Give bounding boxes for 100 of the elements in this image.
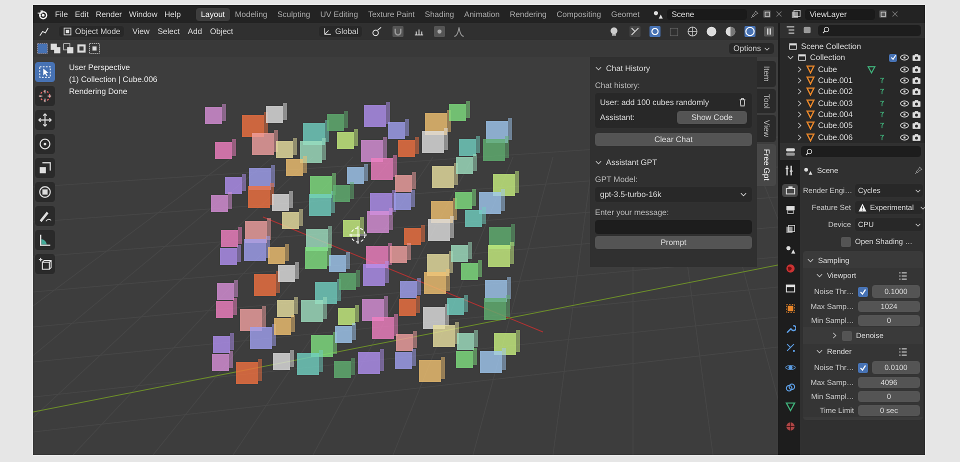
tool-button[interactable]: [35, 110, 55, 130]
pin-icon[interactable]: [914, 166, 923, 175]
model-dropdown[interactable]: gpt-3.5-turbo-16k: [595, 187, 752, 202]
blender-logo-icon[interactable]: [37, 8, 48, 20]
chevron-down-icon[interactable]: [807, 257, 814, 264]
outliner-item[interactable]: Cube.006: [818, 132, 864, 142]
outliner-item[interactable]: Cube: [818, 64, 864, 74]
tool-button[interactable]: [35, 62, 55, 82]
magnet-icon[interactable]: [392, 26, 404, 37]
outliner-item[interactable]: Cube.001: [818, 76, 864, 86]
camera-icon[interactable]: [912, 110, 921, 120]
workspace-tab[interactable]: Geomet: [606, 8, 645, 20]
workspace-tab[interactable]: Compositing: [552, 8, 606, 20]
outliner-item[interactable]: Cube.005: [818, 121, 864, 130]
menu-item[interactable]: Render: [96, 10, 122, 18]
eye-icon[interactable]: [900, 53, 909, 62]
camera-icon[interactable]: [912, 132, 921, 142]
checkbox[interactable]: [842, 330, 852, 340]
outliner-item[interactable]: Cube.002: [818, 87, 864, 96]
select-subtract-icon[interactable]: [63, 43, 74, 54]
collection-checkbox[interactable]: [889, 54, 897, 62]
eye-icon[interactable]: [900, 98, 909, 108]
checkbox[interactable]: [858, 362, 868, 372]
scene-icon[interactable]: [652, 8, 664, 20]
workspace-tab[interactable]: Rendering: [504, 8, 552, 20]
menu-item[interactable]: View: [132, 27, 150, 36]
list-icon[interactable]: [898, 270, 908, 280]
eye-icon[interactable]: [900, 64, 909, 74]
menu-item[interactable]: Select: [158, 27, 180, 36]
menu-item[interactable]: Add: [188, 27, 202, 36]
list-icon[interactable]: [784, 25, 797, 36]
chevron-right-icon[interactable]: [796, 88, 803, 96]
sidebar-tab[interactable]: Tool: [757, 88, 776, 114]
close-icon[interactable]: [774, 10, 783, 18]
menu-item[interactable]: File: [55, 10, 68, 18]
tool-button[interactable]: [35, 134, 55, 154]
camera-icon[interactable]: [912, 87, 921, 96]
chevron-down-icon[interactable]: [816, 272, 823, 279]
falloff-curve-icon[interactable]: [453, 26, 466, 37]
search-field[interactable]: [801, 146, 921, 157]
tool-button[interactable]: [35, 158, 55, 178]
chevron-right-icon[interactable]: [796, 77, 803, 84]
select-extend-icon[interactable]: [50, 43, 61, 54]
camera-icon[interactable]: [912, 53, 921, 62]
copy-icon[interactable]: [762, 9, 772, 19]
chevron-down-icon[interactable]: [595, 158, 602, 166]
menu-item[interactable]: Edit: [74, 10, 89, 18]
outliner-item[interactable]: Cube.004: [818, 110, 864, 120]
eye-icon[interactable]: [900, 76, 909, 86]
search-field[interactable]: [818, 24, 921, 36]
checkbox[interactable]: [858, 286, 868, 296]
tool-button[interactable]: [35, 230, 55, 250]
chevron-down-icon[interactable]: [787, 54, 794, 62]
select-invert-icon[interactable]: [76, 43, 87, 54]
camera-icon[interactable]: [912, 64, 921, 74]
properties-editor-icon[interactable]: [784, 146, 797, 156]
editor-type-icon[interactable]: [37, 26, 51, 37]
orientation-dropdown[interactable]: Global: [319, 26, 362, 37]
properties-tab[interactable]: [782, 184, 798, 197]
prompt-button[interactable]: Prompt: [595, 236, 752, 249]
outliner-item[interactable]: Cube.003: [818, 98, 864, 108]
outliner-item[interactable]: Scene Collection: [801, 42, 862, 52]
workspace-tab[interactable]: Layout: [196, 8, 230, 20]
list-icon[interactable]: [898, 346, 908, 356]
workspace-tab[interactable]: UV Editing: [315, 8, 364, 20]
camera-icon[interactable]: [912, 121, 921, 130]
menu-item[interactable]: Help: [164, 10, 181, 18]
workspace-tab[interactable]: Shading: [420, 8, 460, 20]
pivot-icon[interactable]: [370, 26, 384, 37]
eye-icon[interactable]: [900, 87, 909, 96]
checkbox[interactable]: [841, 236, 851, 246]
material-sphere-icon[interactable]: [725, 26, 736, 37]
chevron-right-icon[interactable]: [796, 122, 803, 130]
outliner-item[interactable]: Collection: [810, 53, 886, 62]
camera-icon[interactable]: [912, 98, 921, 108]
scene-field[interactable]: Scene: [666, 8, 747, 20]
workspace-tab[interactable]: Sculpting: [272, 8, 316, 20]
trash-icon[interactable]: [738, 97, 747, 107]
select-new-icon[interactable]: [37, 43, 48, 54]
camera-icon[interactable]: [912, 76, 921, 86]
mode-dropdown[interactable]: Object Mode: [59, 26, 124, 37]
proportional-icon[interactable]: [434, 26, 446, 37]
eye-icon[interactable]: [900, 121, 909, 130]
pause-icon[interactable]: [764, 26, 774, 37]
rendered-sphere-icon[interactable]: [744, 26, 756, 37]
options-dropdown[interactable]: Options: [729, 43, 774, 54]
wireframe-sphere-icon[interactable]: [687, 26, 698, 37]
chevron-right-icon[interactable]: [796, 66, 803, 73]
tool-button[interactable]: [35, 182, 55, 202]
overlay-icon[interactable]: [649, 26, 661, 37]
image-stack-icon[interactable]: [790, 8, 802, 20]
tool-button[interactable]: [35, 86, 55, 106]
tool-button[interactable]: [35, 254, 55, 274]
chevron-down-icon[interactable]: [816, 348, 823, 355]
sidebar-tab[interactable]: Item: [757, 61, 776, 87]
view-layer-field[interactable]: ViewLayer: [804, 8, 875, 20]
gizmo-icon[interactable]: [629, 26, 641, 37]
chevron-down-icon[interactable]: [595, 64, 602, 72]
menu-item[interactable]: Window: [128, 10, 158, 18]
chevron-right-icon[interactable]: [796, 134, 803, 141]
